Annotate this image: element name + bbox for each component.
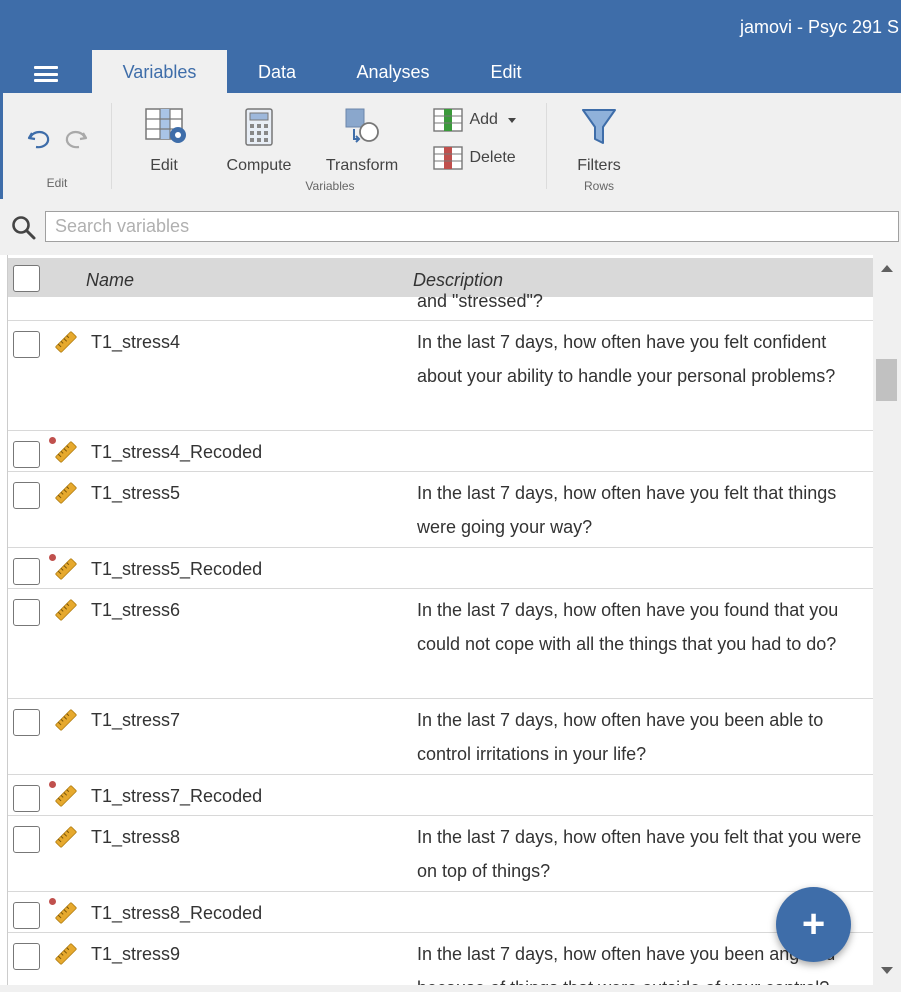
table-row[interactable]: T1_stress8_Recoded bbox=[8, 892, 873, 933]
variable-name: T1_stress6 bbox=[91, 600, 181, 620]
table-row[interactable]: T1_stress6 In the last 7 days, how often … bbox=[8, 589, 873, 699]
variable-name: T1_stress4_Recoded bbox=[91, 442, 263, 462]
undo-button[interactable] bbox=[25, 124, 55, 154]
ruler-icon bbox=[55, 482, 77, 504]
ruler-icon bbox=[55, 709, 77, 731]
select-all-checkbox[interactable] bbox=[13, 265, 40, 292]
variables-group-label: Variables bbox=[305, 179, 355, 193]
tab-data[interactable]: Data bbox=[236, 50, 318, 93]
variable-description: In the last 7 days, how often have you f… bbox=[417, 483, 837, 537]
row-checkbox[interactable] bbox=[13, 943, 40, 970]
add-variable-fab[interactable]: + bbox=[776, 887, 851, 962]
calculator-icon bbox=[245, 108, 273, 146]
table-row[interactable]: T1_stress5 In the last 7 days, how often … bbox=[8, 472, 873, 548]
hamburger-menu-icon[interactable] bbox=[34, 66, 58, 82]
filters-button[interactable]: Filters bbox=[569, 107, 629, 175]
search-icon bbox=[12, 216, 36, 240]
transform-label: Transform bbox=[325, 157, 399, 174]
compute-label: Compute bbox=[226, 157, 292, 174]
variable-name: T1_stress5 bbox=[91, 483, 181, 503]
title-bar: jamovi - Psyc 291 S bbox=[0, 0, 901, 50]
row-checkbox[interactable] bbox=[13, 826, 40, 853]
transform-icon bbox=[345, 108, 379, 143]
variable-description: In the last 7 days, how often have you f… bbox=[417, 827, 862, 881]
add-column-icon bbox=[433, 108, 463, 132]
tab-analyses[interactable]: Analyses bbox=[340, 50, 446, 93]
compute-button[interactable]: Compute bbox=[220, 107, 298, 175]
ribbon-separator bbox=[546, 103, 547, 189]
undo-icon bbox=[27, 130, 50, 149]
variable-name: T1_stress8_Recoded bbox=[91, 903, 263, 923]
add-variable-button[interactable]: Add bbox=[433, 108, 517, 132]
ruler-icon bbox=[55, 943, 77, 965]
tab-edit[interactable]: Edit bbox=[474, 50, 538, 93]
scrollbar-thumb[interactable] bbox=[876, 359, 897, 401]
edit-variable-icon bbox=[145, 108, 186, 143]
ruler-icon bbox=[55, 826, 77, 848]
variable-description: In the last 7 days, how often have you b… bbox=[417, 710, 824, 764]
transform-button[interactable]: Transform bbox=[321, 107, 403, 175]
filters-label: Filters bbox=[577, 157, 621, 174]
row-checkbox[interactable] bbox=[13, 599, 40, 626]
ruler-icon bbox=[55, 441, 77, 463]
delete-variable-button[interactable]: Delete bbox=[433, 146, 516, 170]
edit-variable-label: Edit bbox=[150, 157, 178, 174]
row-checkbox[interactable] bbox=[13, 558, 40, 585]
ruler-icon bbox=[55, 331, 77, 353]
redo-icon bbox=[65, 130, 88, 149]
edit-group-label: Edit bbox=[46, 176, 68, 190]
row-checkbox[interactable] bbox=[13, 482, 40, 509]
row-checkbox[interactable] bbox=[13, 331, 40, 358]
add-label: Add bbox=[469, 111, 498, 128]
delete-label: Delete bbox=[469, 149, 516, 166]
search-input[interactable] bbox=[45, 211, 899, 242]
delete-column-icon bbox=[433, 146, 463, 170]
scroll-down-icon[interactable] bbox=[881, 967, 893, 974]
table-row[interactable]: T1_stress7_Recoded bbox=[8, 775, 873, 816]
ribbon-separator bbox=[111, 103, 112, 189]
variable-name: T1_stress7_Recoded bbox=[91, 786, 263, 806]
row-checkbox[interactable] bbox=[13, 785, 40, 812]
row-checkbox[interactable] bbox=[13, 441, 40, 468]
app-title: jamovi - Psyc 291 S bbox=[740, 17, 900, 37]
table-row[interactable]: T1_stress9 In the last 7 days, how often … bbox=[8, 933, 873, 985]
ruler-icon bbox=[55, 785, 77, 807]
variable-description: In the last 7 days, how often have you f… bbox=[417, 332, 836, 386]
filter-icon bbox=[582, 109, 616, 144]
table-row[interactable]: T1_stress4 In the last 7 days, how often … bbox=[8, 321, 873, 431]
variable-name: T1_stress4 bbox=[91, 332, 181, 352]
partial-description-text: and "stressed"? bbox=[417, 291, 543, 311]
ruler-icon bbox=[55, 902, 77, 924]
ruler-icon bbox=[55, 558, 77, 580]
variable-name: T1_stress7 bbox=[91, 710, 181, 730]
table-row[interactable]: T1_stress7 In the last 7 days, how often … bbox=[8, 699, 873, 775]
rows-group-label: Rows bbox=[583, 179, 614, 193]
row-checkbox[interactable] bbox=[13, 902, 40, 929]
variable-description: In the last 7 days, how often have you f… bbox=[417, 600, 839, 654]
redo-button[interactable] bbox=[60, 124, 90, 154]
table-row[interactable]: T1_stress8 In the last 7 days, how often … bbox=[8, 816, 873, 892]
variable-name: T1_stress5_Recoded bbox=[91, 559, 263, 579]
variables-table: Name Description and "stressed"? T1_stre… bbox=[7, 255, 873, 985]
bottom-bar bbox=[0, 985, 901, 992]
variable-name: T1_stress8 bbox=[91, 827, 181, 847]
scroll-up-icon[interactable] bbox=[881, 265, 893, 272]
table-row[interactable]: T1_stress5_Recoded bbox=[8, 548, 873, 589]
column-header-name: Name bbox=[86, 270, 135, 290]
table-row[interactable]: T1_stress4_Recoded bbox=[8, 431, 873, 472]
edit-variable-button[interactable]: Edit bbox=[134, 107, 194, 175]
row-checkbox[interactable] bbox=[13, 709, 40, 736]
tab-variables[interactable]: Variables bbox=[92, 50, 227, 93]
chevron-down-icon bbox=[508, 117, 517, 123]
variable-name: T1_stress9 bbox=[91, 944, 181, 964]
ruler-icon bbox=[55, 599, 77, 621]
plus-icon: + bbox=[801, 902, 826, 946]
column-header-description: Description bbox=[413, 270, 504, 290]
